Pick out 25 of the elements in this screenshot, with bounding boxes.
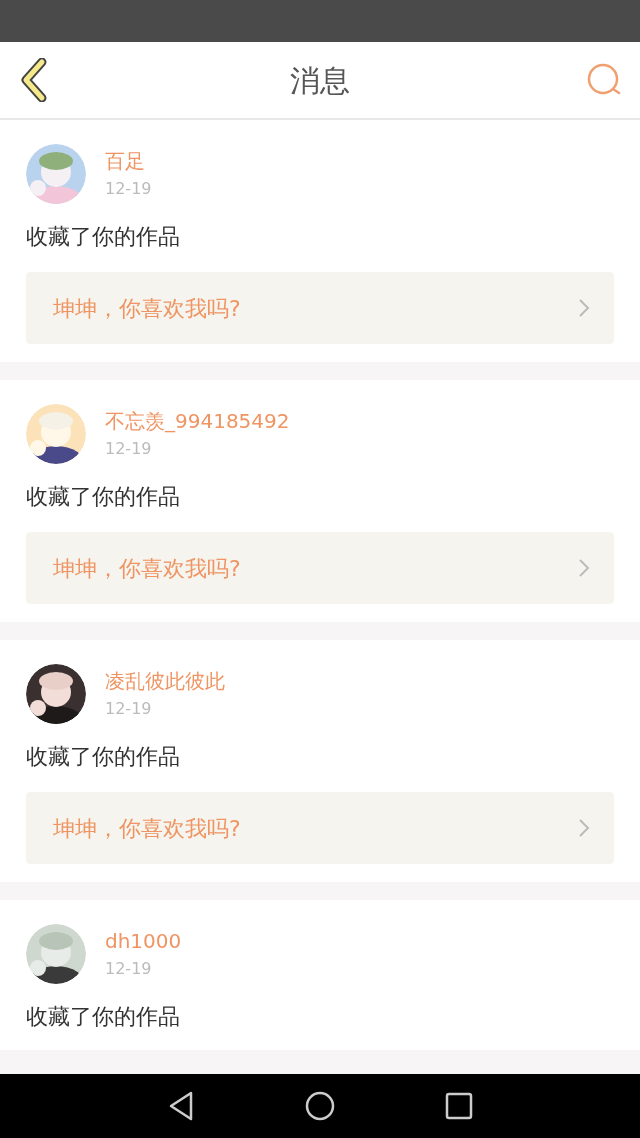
message-text: 收藏了你的作品 (26, 483, 181, 511)
message-date: 12-19 (105, 439, 153, 459)
user-name[interactable]: 不忘羡_994185492 (105, 409, 290, 433)
chevron-right-icon (578, 558, 590, 578)
work-title: 坤坤，你喜欢我吗? (53, 554, 241, 583)
home-icon[interactable] (305, 1091, 335, 1121)
user-name[interactable]: 凌乱彼此彼此 (105, 669, 225, 693)
message-date: 12-19 (105, 699, 153, 719)
message-date: 12-19 (105, 179, 152, 199)
message-text: 收藏了你的作品 (26, 743, 181, 771)
user-name[interactable]: dh1000 (105, 929, 182, 953)
message-text: 收藏了你的作品 (26, 1003, 181, 1031)
work-title: 坤坤，你喜欢我吗? (53, 294, 241, 323)
chevron-right-icon (578, 818, 590, 838)
recents-icon[interactable] (445, 1092, 473, 1120)
quoted-work[interactable]: 坤坤，你喜欢我吗? (26, 532, 614, 604)
page-title: 消息 (290, 61, 350, 100)
quoted-work[interactable]: 坤坤，你喜欢我吗? (26, 792, 614, 864)
user-name[interactable]: 百足 (105, 149, 152, 173)
quoted-work[interactable]: 坤坤，你喜欢我吗? (26, 272, 614, 344)
work-title: 坤坤，你喜欢我吗? (53, 814, 241, 843)
message-text: 收藏了你的作品 (26, 223, 181, 251)
chevron-right-icon (578, 298, 590, 318)
back-icon[interactable] (167, 1090, 195, 1122)
message-date: 12-19 (105, 959, 153, 979)
